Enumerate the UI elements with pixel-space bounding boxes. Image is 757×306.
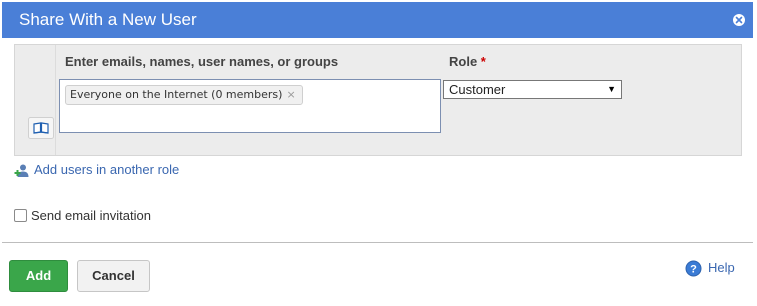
- cancel-button[interactable]: Cancel: [77, 260, 150, 292]
- share-dialog: Share With a New User Enter emails, name…: [0, 0, 757, 306]
- role-label-text: Role: [449, 54, 478, 69]
- dialog-title: Share With a New User: [19, 10, 197, 29]
- close-icon[interactable]: [733, 14, 745, 26]
- recipients-input[interactable]: Everyone on the Internet (0 members) ×: [59, 79, 441, 133]
- footer-divider: [2, 242, 753, 243]
- recipient-chip-label: Everyone on the Internet (0 members): [70, 88, 283, 101]
- share-panel: Enter emails, names, user names, or grou…: [14, 44, 742, 156]
- send-invite-label[interactable]: Send email invitation: [31, 208, 151, 223]
- address-book-button[interactable]: [28, 117, 54, 139]
- remove-recipient-icon[interactable]: ×: [286, 88, 295, 101]
- address-book-icon: [28, 117, 54, 139]
- dropdown-arrow-icon: ▼: [607, 84, 616, 94]
- svg-text:?: ?: [690, 264, 697, 276]
- recipient-chip: Everyone on the Internet (0 members) ×: [65, 85, 303, 105]
- recipients-label: Enter emails, names, user names, or grou…: [65, 54, 339, 69]
- role-select-value: Customer: [449, 82, 506, 97]
- send-invite-checkbox[interactable]: [14, 209, 27, 222]
- help-icon: ?: [685, 260, 702, 277]
- role-label: Role *: [449, 54, 486, 69]
- add-button[interactable]: Add: [9, 260, 68, 292]
- role-select[interactable]: Customer ▼: [443, 80, 622, 99]
- dialog-header: Share With a New User: [2, 2, 753, 38]
- help-label: Help: [708, 260, 735, 275]
- address-book-column: [15, 45, 56, 155]
- add-user-icon: [14, 164, 29, 177]
- required-marker: *: [480, 54, 486, 69]
- add-users-another-role-label: Add users in another role: [34, 162, 180, 177]
